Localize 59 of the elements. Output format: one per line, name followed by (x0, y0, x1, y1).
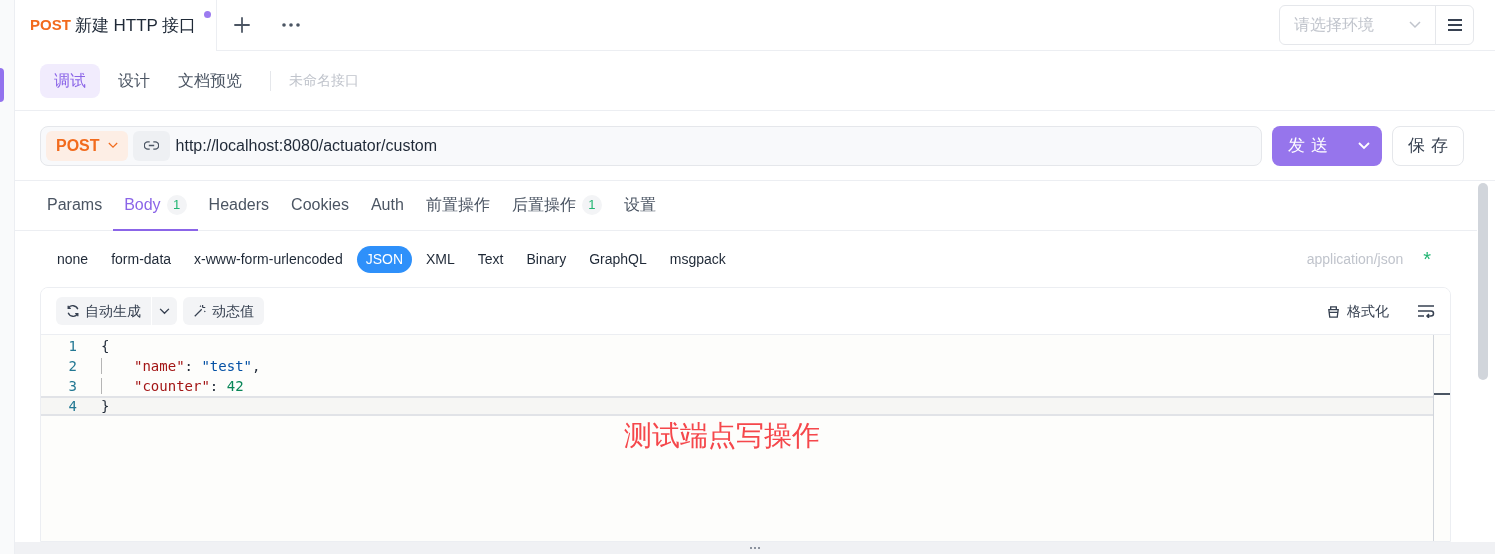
body-type-option[interactable]: x-www-form-urlencoded (185, 245, 352, 273)
code-token: "name" (134, 356, 185, 376)
mode-tab[interactable]: 设计 (108, 63, 160, 98)
method-label: POST (30, 15, 71, 36)
format-button[interactable]: 格式化 (1326, 300, 1389, 322)
request-tab[interactable]: 设置 (612, 181, 667, 230)
request-tab[interactable]: 前置操作 (414, 181, 501, 230)
count-badge: 1 (166, 195, 187, 215)
code-token: 42 (226, 376, 244, 396)
tab-title: 新建 HTTP 接口 (74, 14, 197, 37)
chevron-down-icon (1409, 21, 1421, 29)
page-scrollbar[interactable] (1478, 183, 1488, 380)
url-text: http://localhost:8080/actuator/custom (175, 135, 438, 156)
body-type-option[interactable]: Text (468, 245, 513, 273)
code-token: "counter" (134, 376, 210, 396)
url-bar[interactable]: POST http://localhost:8080/actuator/custom (40, 125, 1262, 166)
request-tab[interactable]: Body 1 (113, 181, 198, 231)
wrap-lines-icon[interactable] (1417, 304, 1435, 318)
scroll-thumb[interactable] (1434, 393, 1450, 395)
mode-tab[interactable]: 文档预览 (168, 63, 252, 98)
request-tab[interactable]: Auth (359, 181, 415, 230)
content-type-label: application/json (1306, 249, 1404, 269)
code-token: , (252, 356, 261, 376)
refresh-icon (66, 304, 80, 318)
request-tab[interactable]: POST 新建 HTTP 接口 (15, 0, 218, 51)
code-token: : (184, 356, 194, 376)
request-tab[interactable]: Headers (197, 181, 281, 230)
code-token: "test" (201, 356, 252, 376)
code-token: { (101, 336, 110, 356)
line-number: 3 (67, 376, 77, 396)
magic-wand-icon (193, 304, 207, 318)
body-type-option[interactable]: form-data (102, 245, 181, 273)
line-number: 2 (67, 356, 77, 376)
body-type-option[interactable]: GraphQL (580, 245, 656, 273)
save-button[interactable]: 保存 (1392, 125, 1464, 166)
body-type-option[interactable]: msgpack (660, 245, 735, 273)
body-type-option[interactable]: none (48, 245, 98, 273)
chevron-down-icon (159, 307, 170, 315)
request-tab[interactable]: 后置操作 1 (500, 181, 613, 230)
code-token: : (209, 376, 220, 396)
annotation-text: 测试端点写操作 (624, 419, 820, 453)
chevron-down-icon (107, 142, 118, 149)
request-tab[interactable]: Cookies (280, 181, 360, 230)
mode-tab[interactable]: 调试 (40, 63, 100, 98)
more-icon[interactable] (281, 22, 302, 28)
environment-placeholder: 请选择环境 (1294, 15, 1374, 35)
body-type-option[interactable]: Binary (517, 245, 576, 273)
required-mark: * (1423, 249, 1431, 269)
count-badge: 1 (581, 194, 602, 215)
chevron-down-icon (1358, 141, 1370, 150)
line-number: 4 (67, 396, 77, 416)
line-number: 1 (67, 336, 77, 356)
code-editor[interactable]: 1 { 2 "name": "test", 3 "counter": 42 4 } 测试端点写操作 (41, 335, 1450, 541)
request-tab[interactable]: Params (36, 181, 114, 230)
sidebar-marker (0, 68, 4, 102)
code-token: } (101, 396, 110, 416)
body-type-option[interactable]: XML (417, 245, 464, 273)
dynamic-value-button[interactable]: 动态值 (183, 297, 264, 325)
link-icon[interactable] (132, 130, 170, 161)
